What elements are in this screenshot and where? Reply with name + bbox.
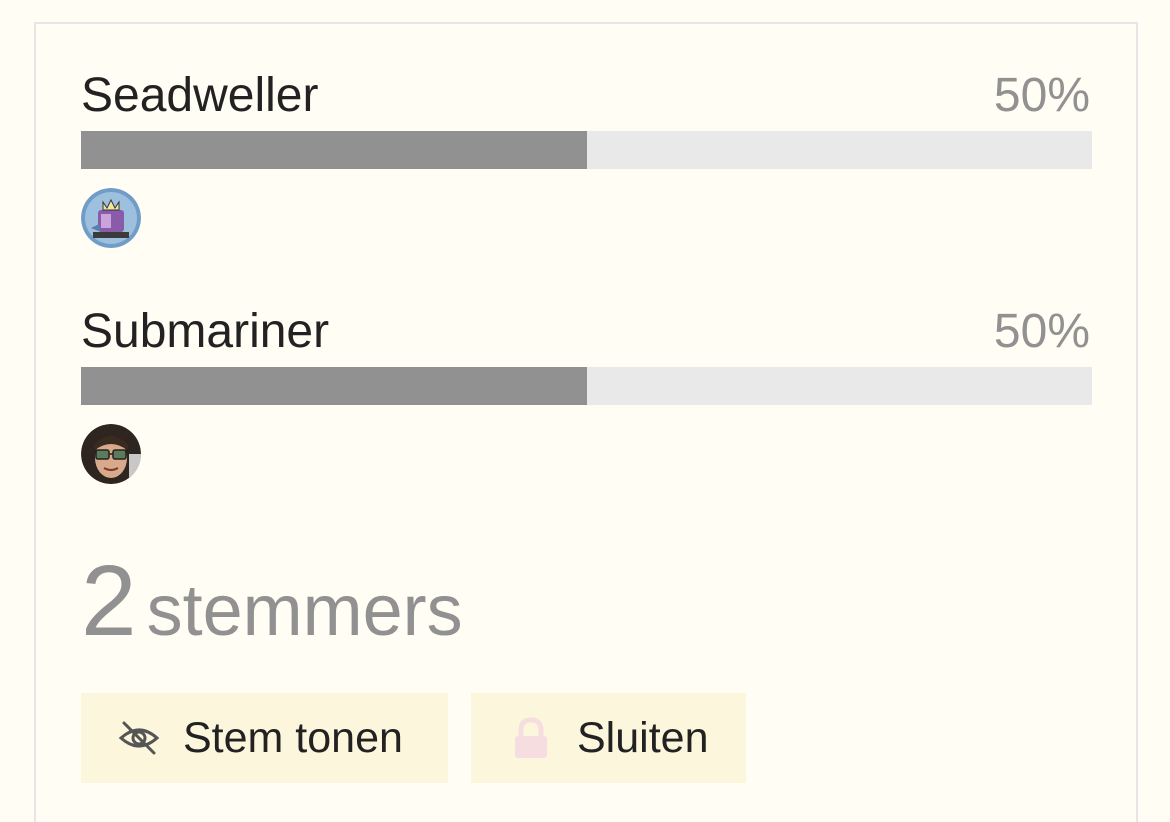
poll-option-seadweller: Seadweller 50%: [81, 68, 1092, 248]
close-poll-button[interactable]: Sluiten: [471, 693, 746, 783]
poll-container: Seadweller 50% Submariner 50% 2 stemmers…: [34, 22, 1138, 822]
poll-option-name: Seadweller: [81, 69, 319, 122]
poll-option-bar: [81, 367, 1092, 405]
poll-option-bar-fill: [81, 131, 587, 169]
poll-option-header: Submariner 50%: [81, 304, 1092, 364]
poll-option-percent: 50%: [993, 305, 1090, 358]
poll-option-voters: [81, 188, 141, 248]
poll-option-voters: [81, 424, 141, 484]
voters-total: 2 stemmers: [81, 546, 463, 666]
close-poll-label: Sluiten: [577, 713, 709, 762]
poll-option-bar: [81, 131, 1092, 169]
poll-option-submariner: Submariner 50%: [81, 304, 1092, 484]
poll-option-header: Seadweller 50%: [81, 68, 1092, 128]
voters-count: 2: [81, 545, 137, 657]
poll-option-bar-fill: [81, 367, 587, 405]
eye-slash-icon: [118, 721, 160, 755]
avatar[interactable]: [81, 424, 141, 484]
show-votes-button[interactable]: Stem tonen: [81, 693, 448, 783]
voters-label: stemmers: [146, 571, 463, 651]
poll-option-percent: 50%: [993, 69, 1090, 122]
show-votes-label: Stem tonen: [183, 713, 403, 762]
poll-option-name: Submariner: [81, 305, 330, 358]
lock-icon: [515, 717, 547, 758]
avatar[interactable]: [81, 188, 141, 248]
